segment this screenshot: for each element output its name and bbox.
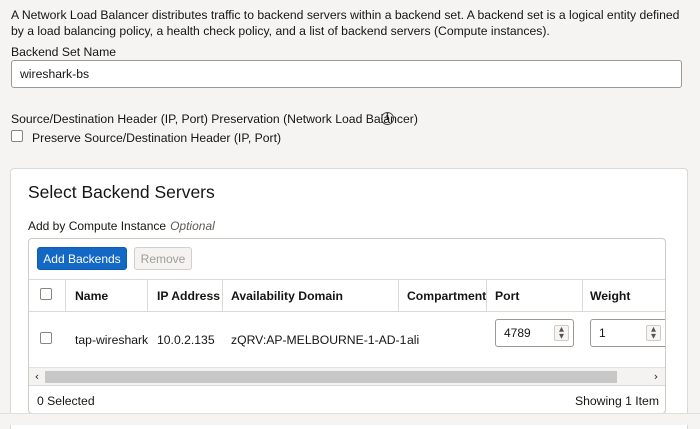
description-text: A Network Load Balancer distributes traf… (11, 8, 680, 38)
select-all-checkbox[interactable] (40, 288, 52, 300)
table-footer: 0 Selected Showing 1 Item (29, 385, 665, 413)
column-header-port[interactable]: Port (495, 289, 519, 303)
scroll-left-arrow-icon[interactable]: ‹ (30, 369, 44, 384)
scroll-thumb[interactable] (45, 371, 617, 383)
cell-availability-domain: zQRV:AP-MELBOURNE-1-AD-1 (231, 333, 407, 347)
cell-compartment: ali (407, 333, 420, 347)
optional-text: Optional (170, 219, 215, 233)
row-select-checkbox[interactable] (40, 332, 52, 344)
weight-stepper-icon[interactable]: ▲ ▼ (646, 325, 661, 341)
showing-count: Showing 1 Item (574, 394, 659, 408)
add-by-label: Add by Compute Instance Optional (28, 219, 215, 233)
cell-name: tap-wireshark (75, 333, 149, 347)
column-header-name[interactable]: Name (75, 289, 108, 303)
column-header-compartment[interactable]: Compartment (407, 289, 486, 303)
cell-ip-address: 10.0.2.135 (157, 333, 215, 347)
select-backend-servers-panel: Select Backend Servers Add by Compute In… (10, 168, 688, 429)
info-icon[interactable]: i (381, 112, 394, 125)
scroll-right-arrow-icon[interactable]: › (649, 369, 663, 384)
preserve-header-checkbox[interactable] (11, 130, 23, 142)
column-header-weight[interactable]: Weight (590, 289, 630, 303)
selected-count: 0 Selected (37, 394, 95, 408)
column-header-availability-domain[interactable]: Availability Domain (231, 289, 343, 303)
preservation-label: Source/Destination Header (IP, Port) Pre… (11, 112, 418, 126)
backends-table: Add Backends Remove Name IP Address Avai… (28, 238, 666, 414)
table-row: tap-wireshark 10.0.2.135 zQRV:AP-MELBOUR… (29, 311, 665, 368)
horizontal-scrollbar[interactable]: ‹ › (29, 367, 665, 385)
preserve-header-label: Preserve Source/Destination Header (IP, … (32, 131, 282, 145)
column-header-ip-address[interactable]: IP Address (157, 289, 220, 303)
port-stepper-icon[interactable]: ▲ ▼ (554, 325, 569, 341)
remove-button: Remove (134, 247, 192, 270)
add-backends-button[interactable]: Add Backends (37, 247, 127, 270)
backend-set-name-input[interactable] (11, 60, 682, 88)
backend-set-name-label: Backend Set Name (11, 45, 117, 59)
table-header-row: Name IP Address Availability Domain Comp… (29, 279, 665, 312)
panel-title: Select Backend Servers (28, 182, 215, 202)
bottom-strip (0, 413, 700, 425)
add-by-text: Add by Compute Instance (28, 219, 167, 233)
